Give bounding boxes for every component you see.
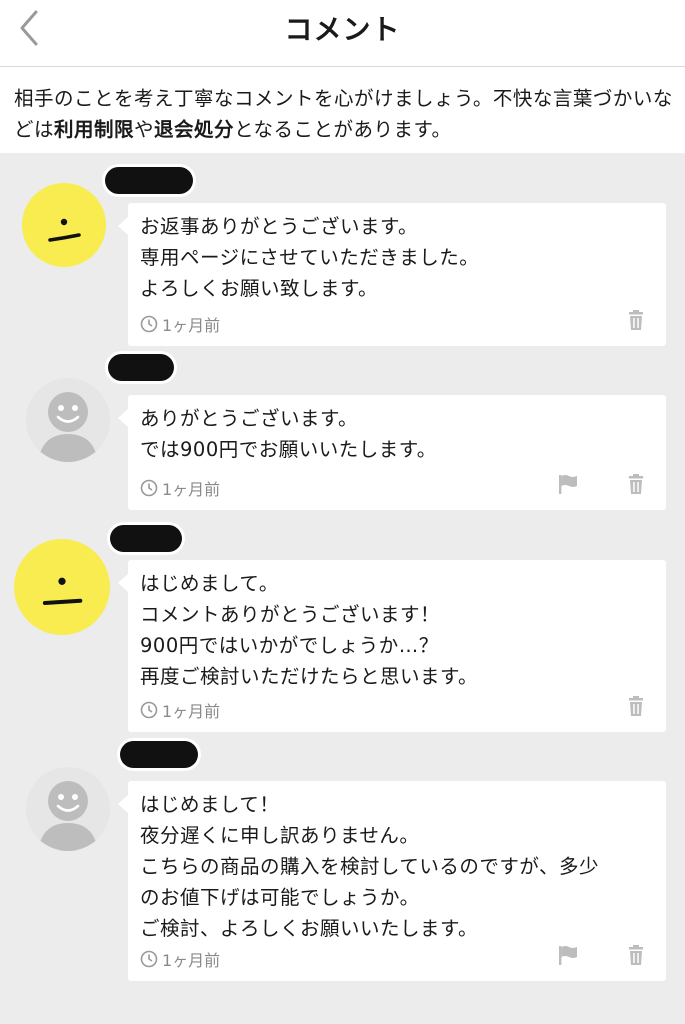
comment-bubble: お返事ありがとうございます。 専用ページにさせていただきました。 よろしくお願い… [118,203,666,346]
comment-item: はじめまして。 コメントありがとうございます！ 900円ではいかがでしょうか…？… [0,515,685,735]
user-avatar[interactable] [26,378,110,462]
delete-button[interactable] [624,694,648,718]
timestamp: 1ヶ月前 [140,478,221,499]
notice-text: や [134,118,155,141]
comment-item: お返事ありがとうございます。 専用ページにさせていただきました。 よろしくお願い… [0,165,685,350]
trash-icon [629,696,643,716]
delete-button[interactable] [624,308,648,332]
timestamp: 1ヶ月前 [140,949,221,970]
redacted-username [110,525,182,552]
clock-icon [140,479,158,497]
flag-icon [559,946,577,965]
chevron-left-icon [20,10,38,46]
comment-guideline-notice: 相手のことを考え丁寧なコメントを心がけましょう。不快な言葉づかいなどは利用制限や… [0,67,685,153]
default-user-icon [38,781,98,851]
usage-restriction-text: 利用制限 [54,118,135,141]
trash-icon [629,310,643,330]
timestamp-text: 1ヶ月前 [162,316,221,335]
trash-icon [629,474,643,494]
clock-icon [140,701,158,719]
user-avatar[interactable] [26,767,110,851]
comment-text: はじめまして！ 夜分遅くに申し訳ありません。 こちらの商品の購入を検討しているの… [140,793,600,940]
comment-text: はじめまして。 コメントありがとうございます！ 900円ではいかがでしょうか…？… [140,572,479,688]
page-title: コメント [284,13,401,46]
notice-text: となることがあります。 [234,118,452,141]
timestamp-text: 1ヶ月前 [162,480,221,499]
redacted-username [105,167,193,194]
report-button[interactable] [556,943,580,967]
default-user-icon [38,392,98,462]
report-button[interactable] [556,472,580,496]
redacted-username [108,354,174,381]
clock-icon [140,315,158,333]
back-button[interactable] [14,8,44,48]
comment-text: ありがとうございます。 では900円でお願いいたします。 [140,407,437,461]
header-bar: コメント [0,0,685,67]
comment-bubble: はじめまして！ 夜分遅くに申し訳ありません。 こちらの商品の購入を検討しているの… [118,781,666,981]
comment-item: ありがとうございます。 では900円でお願いいたします。 1ヶ月前 [0,350,685,515]
user-avatar[interactable] [14,539,110,635]
account-termination-text: 退会処分 [154,118,235,141]
delete-button[interactable] [624,472,648,496]
comment-text: お返事ありがとうございます。 専用ページにさせていただきました。 よろしくお願い… [140,215,480,300]
timestamp: 1ヶ月前 [140,700,221,721]
smiley-face-icon [42,577,83,605]
clock-icon [140,950,158,968]
user-avatar[interactable] [22,183,106,267]
comment-item: はじめまして！ 夜分遅くに申し訳ありません。 こちらの商品の購入を検討しているの… [0,735,685,985]
redacted-username [120,741,198,768]
timestamp-text: 1ヶ月前 [162,702,221,721]
comment-bubble: はじめまして。 コメントありがとうございます！ 900円ではいかがでしょうか…？… [118,560,666,732]
timestamp: 1ヶ月前 [140,314,221,335]
trash-icon [629,945,643,965]
comment-bubble: ありがとうございます。 では900円でお願いいたします。 1ヶ月前 [118,395,666,510]
delete-button[interactable] [624,943,648,967]
timestamp-text: 1ヶ月前 [162,951,221,970]
flag-icon [559,475,577,494]
smiley-face-icon [48,218,81,242]
